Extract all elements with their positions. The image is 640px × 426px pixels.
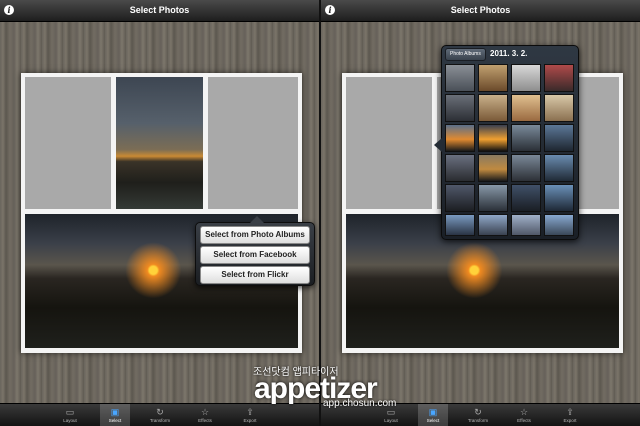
tab-effects[interactable]: ☆ Effects xyxy=(509,404,539,426)
photo-picker-popover: Photo Albums 2011. 3. 2. xyxy=(434,45,579,240)
photo-thumbnail[interactable] xyxy=(511,154,541,182)
photo-thumbnail[interactable] xyxy=(478,64,508,92)
photo-thumbnail[interactable] xyxy=(544,154,574,182)
photo-thumbnail[interactable] xyxy=(478,214,508,236)
page-title: Select Photos xyxy=(450,5,511,15)
photo-thumbnail[interactable] xyxy=(511,64,541,92)
photo-thumbnail[interactable] xyxy=(445,154,475,182)
photo-thumbnail[interactable] xyxy=(445,64,475,92)
tab-effects[interactable]: ☆ Effects xyxy=(190,404,220,426)
info-icon[interactable]: i xyxy=(4,5,14,15)
info-icon[interactable]: i xyxy=(325,5,335,15)
thumbnail-grid xyxy=(445,64,575,238)
layout-icon: ▭ xyxy=(65,407,75,417)
photo-thumbnail[interactable] xyxy=(544,64,574,92)
select-from-flickr-button[interactable]: Select from Flickr xyxy=(200,266,310,284)
tab-transform[interactable]: ↻ Transform xyxy=(463,404,493,426)
album-title: 2011. 3. 2. xyxy=(490,49,528,58)
tab-export[interactable]: ⇪ Export xyxy=(235,404,265,426)
select-from-photo-albums-button[interactable]: Select from Photo Albums xyxy=(200,226,310,244)
page-title: Select Photos xyxy=(129,5,190,15)
photo-thumbnail[interactable] xyxy=(511,94,541,122)
select-icon: ▣ xyxy=(110,407,120,417)
tab-select[interactable]: ▣ Select xyxy=(418,404,448,426)
photo-thumbnail[interactable] xyxy=(445,184,475,212)
effects-icon: ☆ xyxy=(200,407,210,417)
tab-layout[interactable]: ▭ Layout xyxy=(55,404,85,426)
photo-thumbnail[interactable] xyxy=(478,184,508,212)
transform-icon: ↻ xyxy=(156,407,164,417)
photo-thumbnail[interactable] xyxy=(544,94,574,122)
watermark-url: app.chosun.com xyxy=(323,398,397,409)
tab-export[interactable]: ⇪ Export xyxy=(555,404,585,426)
tab-bar: ▭ Layout ▣ Select ↻ Transform ☆ Effects ⇪ Exp… xyxy=(0,403,319,426)
picker-header: Photo Albums 2011. 3. 2. xyxy=(442,46,578,62)
empty-photo-slot[interactable] xyxy=(208,77,298,209)
tab-select[interactable]: ▣ Select xyxy=(100,404,130,426)
photo-thumbnail[interactable] xyxy=(478,154,508,182)
photo-thumbnail[interactable] xyxy=(478,94,508,122)
transform-icon: ↻ xyxy=(474,407,482,417)
photo-source-menu: Select from Photo Albums Select from Fac… xyxy=(195,216,315,286)
photo-thumbnail[interactable] xyxy=(445,214,475,236)
export-icon: ⇪ xyxy=(566,407,574,417)
photo-thumbnail[interactable] xyxy=(511,214,541,236)
empty-photo-slot[interactable] xyxy=(346,77,432,209)
empty-photo-slot[interactable] xyxy=(25,77,111,209)
photo-thumbnail[interactable] xyxy=(478,124,508,152)
photo-albums-back-button[interactable]: Photo Albums xyxy=(445,48,486,61)
select-icon: ▣ xyxy=(428,407,438,417)
photo-thumbnail[interactable] xyxy=(511,184,541,212)
select-from-facebook-button[interactable]: Select from Facebook xyxy=(200,246,310,264)
photo-thumbnail[interactable] xyxy=(544,124,574,152)
export-icon: ⇪ xyxy=(246,407,254,417)
photo-thumbnail[interactable] xyxy=(445,94,475,122)
title-bar: i Select Photos xyxy=(321,0,640,22)
photo-thumbnail[interactable] xyxy=(544,214,574,236)
photo-thumbnail[interactable] xyxy=(445,124,475,152)
photo-slot-sunset-portrait[interactable] xyxy=(116,77,203,209)
photo-thumbnail[interactable] xyxy=(511,124,541,152)
effects-icon: ☆ xyxy=(519,407,529,417)
tab-transform[interactable]: ↻ Transform xyxy=(145,404,175,426)
title-bar: i Select Photos xyxy=(0,0,319,22)
collage-frame xyxy=(21,73,302,353)
photo-thumbnail[interactable] xyxy=(544,184,574,212)
